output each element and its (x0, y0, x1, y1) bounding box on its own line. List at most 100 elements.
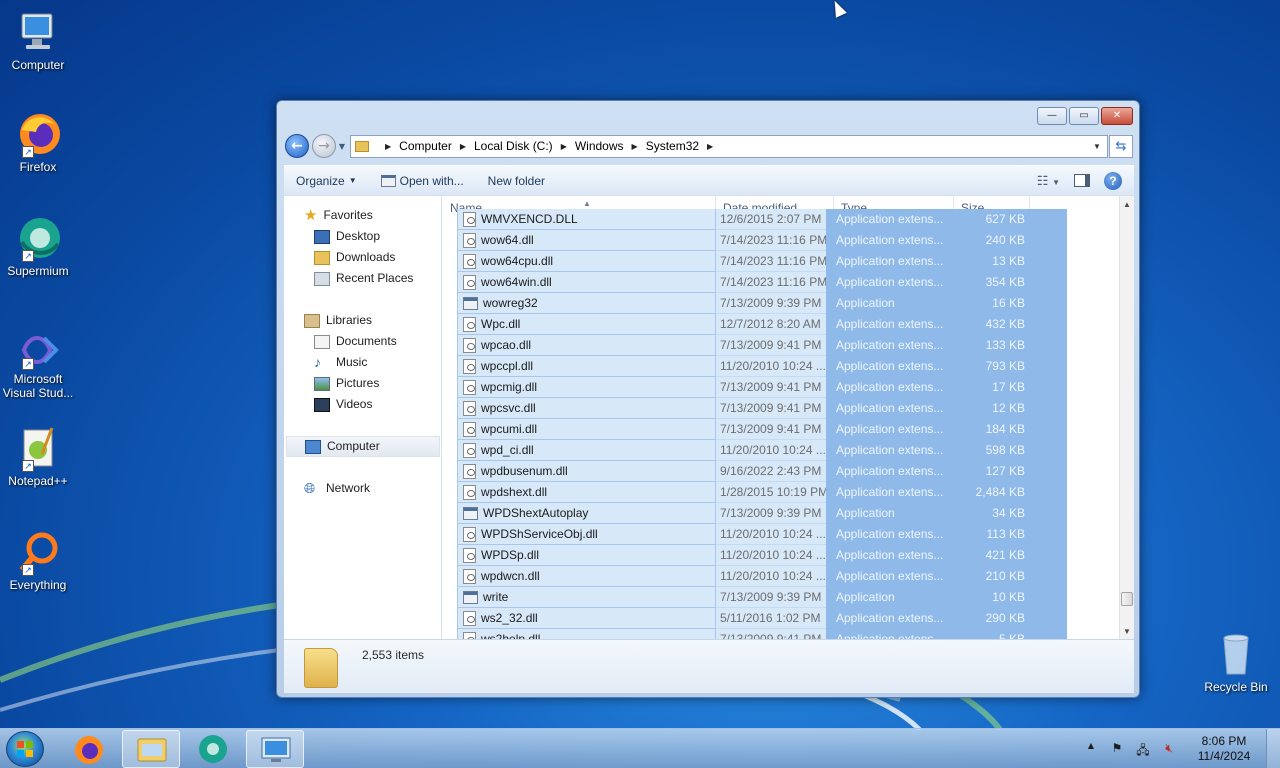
file-row[interactable]: Wpc.dll 12/7/2012 8:20 AM Application exte… (457, 314, 1067, 335)
show-desktop-button[interactable] (1266, 729, 1280, 768)
file-row[interactable]: WPDShServiceObj.dll 11/20/2010 10:24 ... A… (457, 524, 1067, 545)
refresh-button[interactable]: ⇆ (1109, 134, 1133, 158)
preview-pane-icon[interactable] (1074, 174, 1090, 187)
file-row[interactable]: wow64cpu.dll 7/14/2023 11:16 PM Applicatio… (457, 251, 1067, 272)
file-name-cell[interactable]: wpdbusenum.dll (457, 461, 716, 482)
file-name-cell[interactable]: wpcao.dll (457, 335, 716, 356)
close-button[interactable]: ✕ (1101, 107, 1133, 125)
breadcrumb-chevron-icon[interactable]: ▶ (632, 142, 638, 151)
file-name-cell[interactable]: wow64win.dll (457, 272, 716, 293)
forward-button[interactable]: → (312, 134, 336, 158)
file-name-cell[interactable]: WPDShServiceObj.dll (457, 524, 716, 545)
nav-network[interactable]: 🌐︎ Network (304, 478, 370, 499)
new-folder-button[interactable]: New folder (476, 174, 557, 188)
address-dropdown-icon[interactable]: ▼ (1087, 142, 1107, 151)
desktop-icon-computer[interactable]: Computer (2, 8, 74, 72)
nav-desktop[interactable]: Desktop (314, 226, 380, 247)
desktop-icon-notepadpp[interactable]: ↗ Notepad++ (2, 424, 74, 488)
file-name-cell[interactable]: WPDShextAutoplay (457, 503, 716, 524)
file-name-cell[interactable]: wpcmig.dll (457, 377, 716, 398)
view-options-icon[interactable]: ☷ ▼ (1037, 173, 1060, 189)
file-row-spacer (1029, 566, 1067, 587)
file-name-cell[interactable]: wpd_ci.dll (457, 440, 716, 461)
taskbar-explorer[interactable] (122, 730, 180, 768)
desktop-icon-firefox[interactable]: ↗ Firefox (2, 110, 74, 174)
file-row[interactable]: wpd_ci.dll 11/20/2010 10:24 ... Applicatio… (457, 440, 1067, 461)
file-row[interactable]: wpcumi.dll 7/13/2009 9:41 PM Application e… (457, 419, 1067, 440)
file-row[interactable]: wpdbusenum.dll 9/16/2022 2:43 PM Applicati… (457, 461, 1067, 482)
desktop-icon-recycle-bin[interactable]: Recycle Bin (1200, 630, 1272, 694)
taskbar-supermium[interactable] (184, 730, 242, 768)
desktop-icon-visual-studio[interactable]: ↗ Microsoft Visual Stud... (2, 330, 74, 400)
volume-muted-icon[interactable]: 🔇︎ (1161, 741, 1177, 757)
file-name-cell[interactable]: wpccpl.dll (457, 356, 716, 377)
nav-downloads[interactable]: Downloads (314, 247, 395, 268)
breadcrumb-chevron-icon[interactable]: ▶ (561, 142, 567, 151)
file-name-cell[interactable]: wpdwcn.dll (457, 566, 716, 587)
file-row[interactable]: wpcsvc.dll 7/13/2009 9:41 PM Application e… (457, 398, 1067, 419)
open-with-button[interactable]: Open with... (369, 174, 476, 188)
organize-button[interactable]: Organize ▼ (284, 174, 369, 188)
breadcrumb-chevron-icon[interactable]: ▶ (460, 142, 466, 151)
file-row[interactable]: WMVXENCD.DLL 12/6/2015 2:07 PM Application… (457, 209, 1067, 230)
nav-music[interactable]: ♪ Music (314, 352, 367, 373)
file-name-cell[interactable]: wowreg32 (457, 293, 716, 314)
address-bar[interactable]: ▶ Computer ▶ Local Disk (C:) ▶ Windows ▶… (350, 134, 1108, 158)
nav-pictures[interactable]: Pictures (314, 373, 379, 394)
start-button[interactable] (6, 731, 44, 767)
nav-recent-places[interactable]: Recent Places (314, 268, 413, 289)
maximize-button[interactable]: ▭ (1069, 107, 1099, 125)
file-name-cell[interactable]: wow64.dll (457, 230, 716, 251)
file-row[interactable]: write 7/13/2009 9:39 PM Application 10 KB (457, 587, 1067, 608)
nav-computer[interactable]: Computer (286, 436, 440, 457)
file-name-cell[interactable]: wpdshext.dll (457, 482, 716, 503)
network-status-icon[interactable]: 🖧︎ (1135, 741, 1151, 757)
desktop-icon-supermium[interactable]: ↗ Supermium (2, 214, 74, 278)
file-type: Application (826, 503, 954, 524)
file-name-cell[interactable]: write (457, 587, 716, 608)
breadcrumb-computer[interactable]: Computer (399, 139, 452, 153)
nav-documents[interactable]: Documents (314, 331, 397, 352)
action-center-flag-icon[interactable]: ⚑ (1109, 741, 1125, 757)
breadcrumb-local-disk[interactable]: Local Disk (C:) (474, 139, 553, 153)
minimize-button[interactable]: — (1037, 107, 1067, 125)
nav-favorites[interactable]: ★ Favorites (304, 205, 373, 226)
scroll-down-icon[interactable]: ▼ (1120, 623, 1134, 640)
back-button[interactable]: ← (285, 134, 309, 158)
scroll-thumb[interactable] (1121, 592, 1133, 606)
file-row[interactable]: wpccpl.dll 11/20/2010 10:24 ... Applicatio… (457, 356, 1067, 377)
file-name-cell[interactable]: WPDSp.dll (457, 545, 716, 566)
breadcrumb-chevron-icon[interactable]: ▶ (385, 142, 391, 151)
file-name-cell[interactable]: WMVXENCD.DLL (457, 209, 716, 230)
file-row[interactable]: wpcao.dll 7/13/2009 9:41 PM Application ex… (457, 335, 1067, 356)
file-row[interactable]: ws2_32.dll 5/11/2016 1:02 PM Application e… (457, 608, 1067, 629)
file-name-cell[interactable]: wpcumi.dll (457, 419, 716, 440)
vertical-scrollbar[interactable]: ▲ ▼ (1119, 196, 1134, 640)
file-row[interactable]: wow64.dll 7/14/2023 11:16 PM Application e… (457, 230, 1067, 251)
explorer-window[interactable]: — ▭ ✕ ← → ▼ ▶ Computer ▶ Local Disk (C:)… (276, 100, 1140, 698)
file-name-cell[interactable]: Wpc.dll (457, 314, 716, 335)
file-row[interactable]: WPDShextAutoplay 7/13/2009 9:39 PM Applica… (457, 503, 1067, 524)
taskbar-remote-desktop[interactable] (246, 730, 304, 768)
nav-libraries[interactable]: Libraries (304, 310, 372, 331)
recent-pages-dropdown[interactable]: ▼ (336, 142, 348, 151)
file-row[interactable]: wpdwcn.dll 11/20/2010 10:24 ... Applicatio… (457, 566, 1067, 587)
file-row[interactable]: wowreg32 7/13/2009 9:39 PM Application 16 K… (457, 293, 1067, 314)
show-hidden-icons-icon[interactable]: ▲ (1083, 741, 1099, 757)
file-row[interactable]: wpcmig.dll 7/13/2009 9:41 PM Application e… (457, 377, 1067, 398)
file-row[interactable]: wow64win.dll 7/14/2023 11:16 PM Applicatio… (457, 272, 1067, 293)
file-row[interactable]: wpdshext.dll 1/28/2015 10:19 PM Applicatio… (457, 482, 1067, 503)
nav-videos[interactable]: Videos (314, 394, 372, 415)
file-name-cell[interactable]: ws2_32.dll (457, 608, 716, 629)
file-name-cell[interactable]: wpcsvc.dll (457, 398, 716, 419)
clock[interactable]: 8:06 PM 11/4/2024 (1182, 734, 1266, 764)
desktop-icon-everything[interactable]: ↗ Everything (2, 528, 74, 592)
file-name-cell[interactable]: wow64cpu.dll (457, 251, 716, 272)
breadcrumb-windows[interactable]: Windows (575, 139, 624, 153)
file-row[interactable]: WPDSp.dll 11/20/2010 10:24 ... Application… (457, 545, 1067, 566)
taskbar-firefox[interactable] (60, 730, 118, 768)
scroll-up-icon[interactable]: ▲ (1120, 196, 1134, 213)
breadcrumb-system32[interactable]: System32 (646, 139, 699, 153)
breadcrumb-chevron-icon[interactable]: ▶ (707, 142, 713, 151)
help-icon[interactable]: ? (1104, 171, 1122, 190)
